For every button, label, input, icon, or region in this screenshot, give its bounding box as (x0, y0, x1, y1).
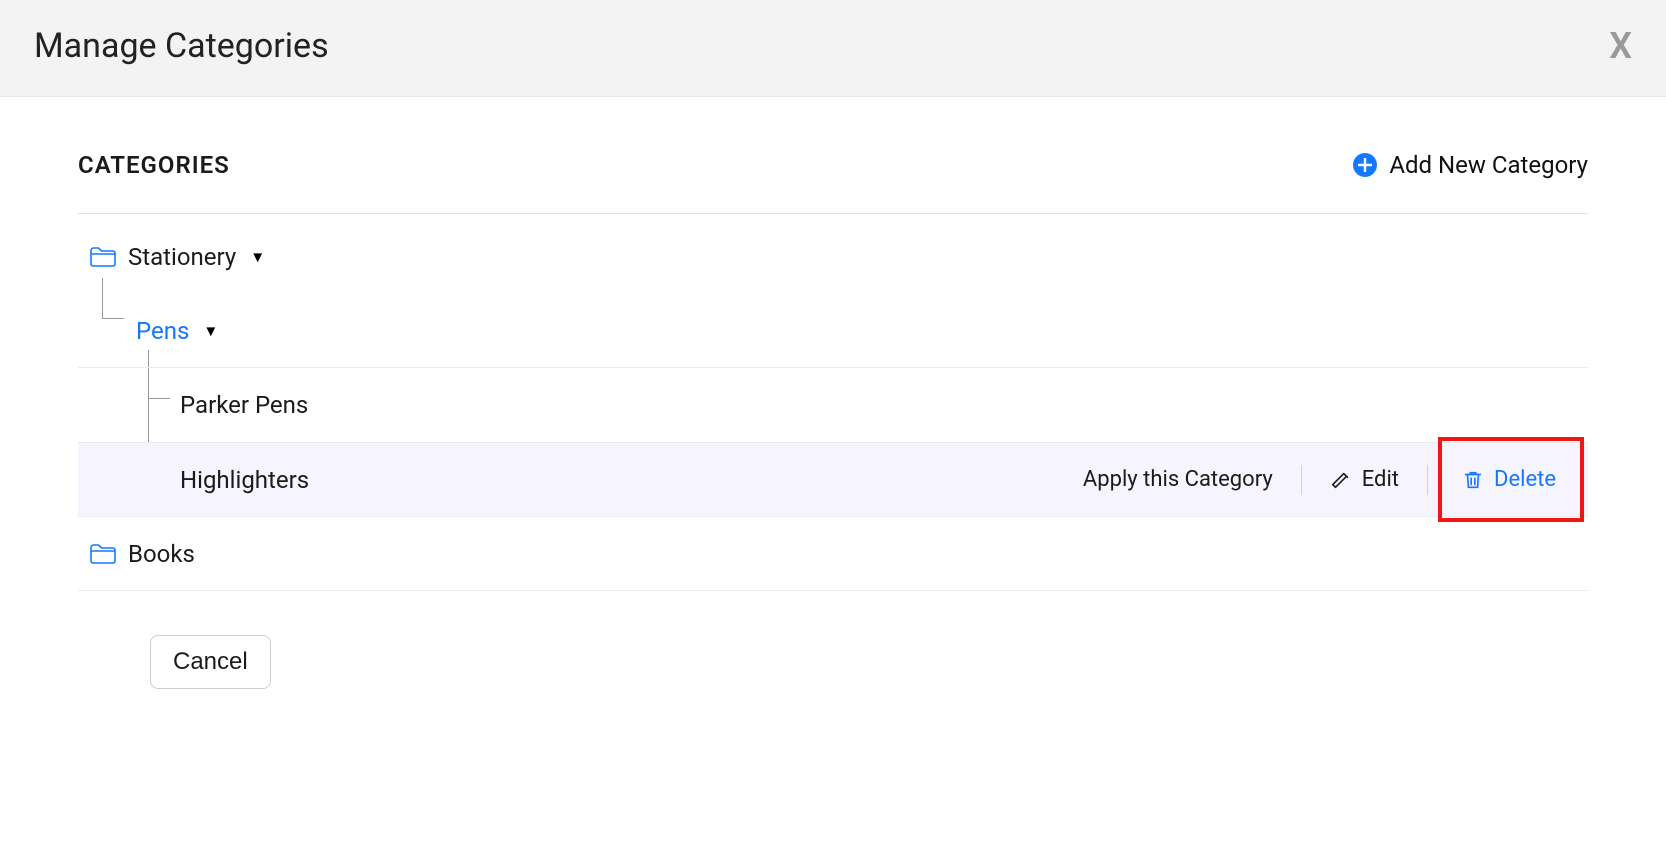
category-row-parker-pens[interactable]: Parker Pens (78, 368, 1588, 442)
section-header: CATEGORIES Add New Category (78, 151, 1588, 214)
delete-label: Delete (1494, 467, 1556, 492)
category-label: Highlighters (180, 466, 309, 494)
folder-icon (90, 544, 116, 564)
category-row-stationery[interactable]: Stationery ▼ (78, 220, 1588, 294)
category-row-books[interactable]: Books (78, 517, 1588, 591)
category-row-pens[interactable]: Pens ▼ (78, 294, 1588, 368)
apply-category-button[interactable]: Apply this Category (1075, 467, 1281, 492)
category-tree: Stationery ▼ Pens ▼ Parker Pens Highligh… (78, 220, 1588, 591)
category-label: Stationery (128, 243, 236, 271)
chevron-down-icon[interactable]: ▼ (250, 248, 265, 266)
modal-title: Manage Categories (34, 26, 329, 66)
row-actions: Apply this Category Edit Delete (1075, 463, 1576, 496)
modal-header: Manage Categories X (0, 0, 1666, 97)
add-new-category-button[interactable]: Add New Category (1353, 151, 1588, 179)
apply-category-label: Apply this Category (1083, 467, 1273, 492)
section-title: CATEGORIES (78, 151, 230, 179)
close-icon[interactable]: X (1609, 28, 1632, 64)
category-row-highlighters[interactable]: Highlighters Apply this Category Edit (78, 442, 1588, 517)
divider (1427, 465, 1428, 495)
category-label: Books (128, 540, 195, 568)
divider (1301, 465, 1302, 495)
chevron-down-icon[interactable]: ▼ (203, 322, 218, 340)
edit-button[interactable]: Edit (1322, 467, 1407, 492)
category-label: Pens (136, 317, 189, 345)
pencil-icon (1330, 469, 1352, 491)
delete-button[interactable]: Delete (1454, 467, 1564, 492)
folder-icon (90, 247, 116, 267)
trash-icon (1462, 469, 1484, 491)
edit-label: Edit (1362, 467, 1399, 492)
cancel-button[interactable]: Cancel (150, 635, 271, 689)
add-new-category-label: Add New Category (1389, 151, 1588, 179)
plus-circle-icon (1353, 153, 1377, 177)
content-area: CATEGORIES Add New Category Stationery ▼ (0, 97, 1666, 689)
category-label: Parker Pens (180, 391, 308, 419)
footer: Cancel (78, 591, 1588, 689)
